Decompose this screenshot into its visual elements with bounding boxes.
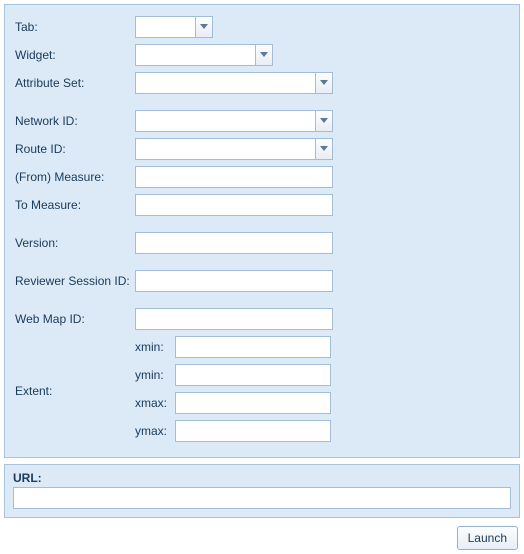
label-ymin: ymin: [135, 368, 175, 382]
widget-input[interactable] [135, 44, 255, 66]
ymax-input[interactable] [175, 420, 331, 442]
label-extent: Extent: [15, 384, 135, 398]
row-reviewer-session-id: Reviewer Session ID: [15, 269, 509, 293]
label-route-id: Route ID: [15, 142, 135, 156]
label-to-measure: To Measure: [15, 198, 135, 212]
route-id-select[interactable] [135, 138, 333, 160]
label-reviewer-session-id: Reviewer Session ID: [15, 274, 135, 288]
label-ymax: ymax: [135, 424, 175, 438]
xmin-input[interactable] [175, 336, 331, 358]
label-attribute-set: Attribute Set: [15, 76, 135, 90]
from-measure-input[interactable] [135, 166, 333, 188]
row-attribute-set: Attribute Set: [15, 71, 509, 95]
tab-input[interactable] [135, 16, 195, 38]
widget-select[interactable] [135, 44, 273, 66]
label-widget: Widget: [15, 48, 135, 62]
label-network-id: Network ID: [15, 114, 135, 128]
chevron-down-icon[interactable] [315, 138, 333, 160]
label-web-map-id: Web Map ID: [15, 312, 135, 326]
chevron-down-icon[interactable] [315, 72, 333, 94]
row-network-id: Network ID: [15, 109, 509, 133]
url-panel: URL: [4, 464, 520, 518]
reviewer-session-id-input[interactable] [135, 270, 333, 292]
config-panel: Tab: Widget: Attribute Set: Networ [4, 4, 520, 458]
label-xmax: xmax: [135, 396, 175, 410]
label-url: URL: [13, 471, 511, 485]
row-extent: Extent: xmin: ymin: xmax: ymax: [15, 335, 509, 447]
row-to-measure: To Measure: [15, 193, 509, 217]
route-id-input[interactable] [135, 138, 315, 160]
label-tab: Tab: [15, 20, 135, 34]
row-widget: Widget: [15, 43, 509, 67]
version-input[interactable] [135, 232, 333, 254]
attribute-set-input[interactable] [135, 72, 315, 94]
row-from-measure: (From) Measure: [15, 165, 509, 189]
button-row: Launch [4, 526, 520, 550]
row-version: Version: [15, 231, 509, 255]
url-input[interactable] [13, 487, 511, 509]
row-web-map-id: Web Map ID: [15, 307, 509, 331]
label-from-measure: (From) Measure: [15, 170, 135, 184]
network-id-input[interactable] [135, 110, 315, 132]
launch-button[interactable]: Launch [457, 526, 518, 550]
row-tab: Tab: [15, 15, 509, 39]
chevron-down-icon[interactable] [315, 110, 333, 132]
extent-fields: xmin: ymin: xmax: ymax: [135, 335, 331, 447]
web-map-id-input[interactable] [135, 308, 333, 330]
chevron-down-icon[interactable] [255, 44, 273, 66]
network-id-select[interactable] [135, 110, 333, 132]
ymin-input[interactable] [175, 364, 331, 386]
xmax-input[interactable] [175, 392, 331, 414]
attribute-set-select[interactable] [135, 72, 333, 94]
to-measure-input[interactable] [135, 194, 333, 216]
label-version: Version: [15, 236, 135, 250]
chevron-down-icon[interactable] [195, 16, 213, 38]
label-xmin: xmin: [135, 340, 175, 354]
row-route-id: Route ID: [15, 137, 509, 161]
tab-select[interactable] [135, 16, 213, 38]
